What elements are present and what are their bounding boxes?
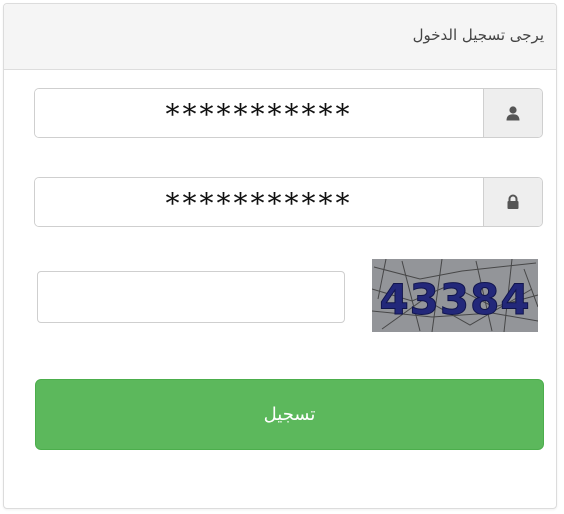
password-addon[interactable] bbox=[483, 178, 542, 226]
user-icon bbox=[506, 106, 520, 121]
captcha-input[interactable] bbox=[37, 271, 345, 323]
username-input-group bbox=[34, 88, 543, 138]
username-addon[interactable] bbox=[483, 89, 542, 137]
password-input-group bbox=[34, 177, 543, 227]
lock-icon bbox=[507, 194, 519, 209]
submit-button[interactable]: تسجيل bbox=[35, 379, 544, 450]
panel-heading: يرجى تسجيل الدخول bbox=[4, 4, 556, 70]
password-field[interactable] bbox=[35, 178, 483, 226]
captcha-image: 43384 bbox=[372, 259, 538, 332]
username-field[interactable] bbox=[35, 89, 483, 137]
captcha-text: 43384 bbox=[379, 275, 530, 324]
panel-title: يرجى تسجيل الدخول bbox=[412, 26, 544, 44]
